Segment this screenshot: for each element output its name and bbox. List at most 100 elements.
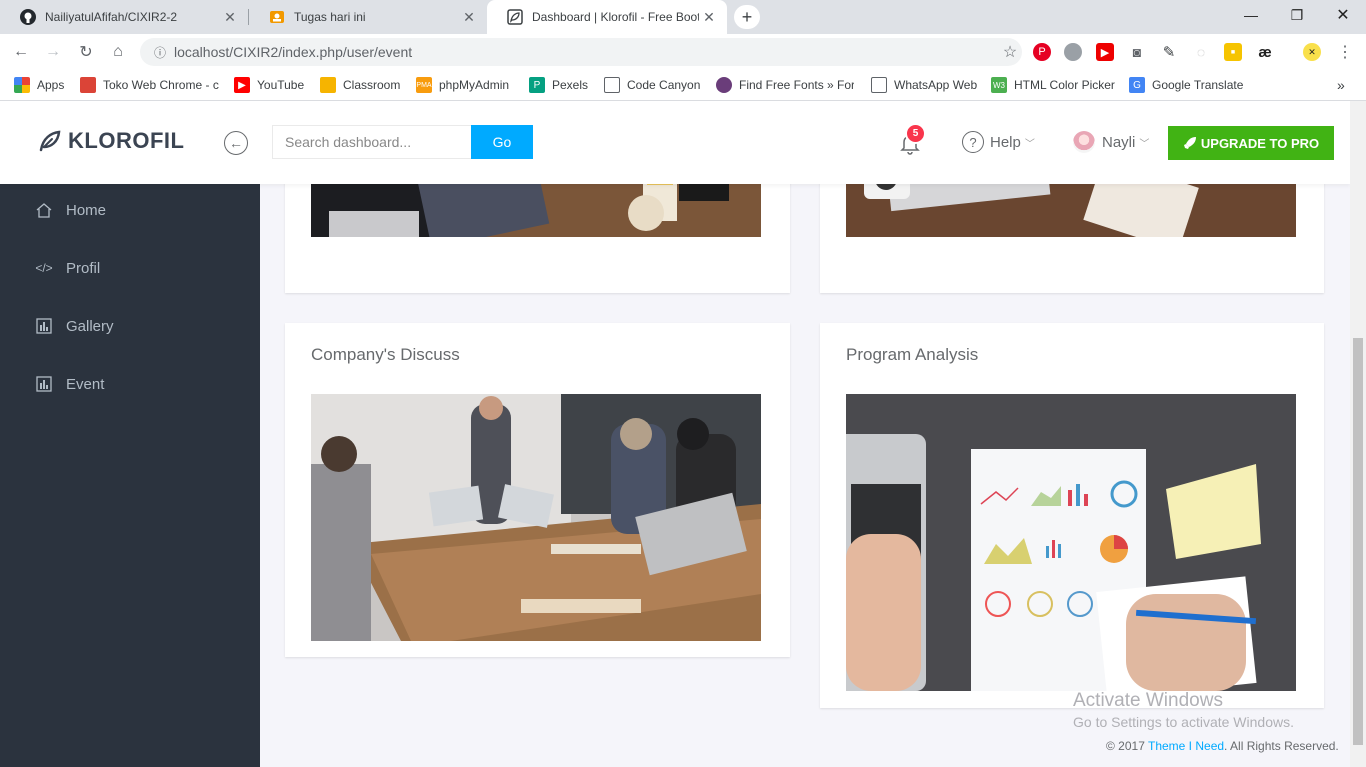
url-text[interactable]: localhost/CIXIR2/index.php/user/event: [174, 44, 998, 60]
brand-logo[interactable]: KLOROFIL: [38, 128, 184, 154]
scrollbar-thumb[interactable]: [1353, 338, 1363, 745]
rocket-icon: [1183, 137, 1196, 149]
chrome-store-icon: [80, 77, 96, 93]
panel-title: Program Analysis: [846, 345, 979, 364]
menu-dots-icon[interactable]: ⋮: [1336, 43, 1354, 61]
help-label: Help: [990, 133, 1021, 151]
extension-yellow-icon[interactable]: ■: [1224, 43, 1242, 61]
bookmark-star-icon[interactable]: ☆: [998, 42, 1022, 62]
search-input[interactable]: Search dashboard...: [272, 125, 472, 159]
bookmark-label: Toko Web Chrome - c: [103, 78, 219, 92]
bookmark-pexels[interactable]: P Pexels: [529, 75, 588, 95]
close-tab-icon[interactable]: ✕: [459, 9, 479, 26]
klorofil-icon: [507, 9, 523, 25]
bookmarks-bar: Apps Toko Web Chrome - c ▶ YouTube Class…: [0, 70, 1366, 101]
tab-classroom[interactable]: Tugas hari ini ✕: [249, 0, 487, 34]
user-name: Nayli: [1102, 133, 1136, 151]
bookmark-fonts[interactable]: Find Free Fonts » For: [716, 75, 854, 95]
address-bar[interactable]: ⓘ localhost/CIXIR2/index.php/user/event …: [140, 38, 1022, 66]
github-icon: [20, 9, 36, 25]
sidebar: Home </> Profil Gallery Event: [0, 184, 260, 767]
tab-title: NailiyatulAfifah/CIXIR2-2: [45, 10, 178, 24]
close-tab-icon[interactable]: ✕: [220, 9, 240, 26]
bookmark-translate[interactable]: G Google Translate: [1129, 75, 1243, 95]
sidebar-item-gallery[interactable]: Gallery: [0, 298, 260, 354]
home-icon[interactable]: ⌂: [107, 41, 129, 63]
browser-toolbar: ← → ↻ ⌂ ⓘ localhost/CIXIR2/index.php/use…: [0, 34, 1366, 70]
user-dropdown[interactable]: Nayli ﹀: [1073, 131, 1149, 153]
forward-arrow-icon[interactable]: →: [42, 41, 64, 63]
chart-icon: [35, 375, 53, 393]
collapse-sidebar-button[interactable]: ←: [224, 131, 248, 155]
translate-icon: G: [1129, 77, 1145, 93]
bookmark-classroom[interactable]: Classroom: [320, 75, 400, 95]
footer: © 2017 Theme I Need. All Rights Reserved…: [1106, 739, 1339, 753]
sidebar-item-label: Gallery: [66, 317, 114, 335]
avatar: [1073, 131, 1095, 153]
bookmark-label: YouTube: [257, 78, 305, 92]
sidebar-item-label: Home: [66, 201, 107, 219]
bookmark-apps[interactable]: Apps: [14, 75, 64, 95]
close-tab-icon[interactable]: ✕: [699, 9, 719, 26]
tab-dashboard[interactable]: Dashboard | Klorofil - Free Bootstrap ✕: [487, 0, 727, 34]
footer-link[interactable]: Theme I Need: [1148, 739, 1224, 753]
home-icon: [35, 201, 53, 219]
minimize-icon[interactable]: —: [1228, 0, 1274, 30]
question-icon: ?: [962, 131, 984, 153]
bookmark-label: Classroom: [343, 78, 401, 92]
camera-icon[interactable]: ◙: [1128, 43, 1146, 61]
chevron-down-icon: ﹀: [1024, 138, 1035, 150]
restore-icon[interactable]: ❐: [1274, 0, 1320, 30]
upgrade-to-pro-button[interactable]: UPGRADE TO PRO: [1168, 126, 1334, 160]
chart-icon: [35, 317, 53, 335]
sidebar-item-home[interactable]: Home: [0, 182, 260, 238]
footer-suffix: . All Rights Reserved.: [1224, 739, 1339, 753]
reload-icon[interactable]: ↻: [75, 41, 97, 63]
page-scrollbar[interactable]: [1350, 101, 1366, 767]
bookmark-label: WhatsApp Web: [894, 78, 978, 92]
close-window-icon[interactable]: ✕: [1320, 0, 1366, 30]
footer-prefix: © 2017: [1106, 739, 1148, 753]
youtube-icon: ▶: [234, 77, 250, 93]
search-go-button[interactable]: Go: [471, 125, 533, 159]
info-icon[interactable]: ⓘ: [146, 44, 174, 61]
profile-icon[interactable]: ✕: [1303, 43, 1321, 61]
windows-activation-subtitle: Go to Settings to activate Windows.: [1073, 714, 1294, 730]
upgrade-label: UPGRADE TO PRO: [1200, 135, 1320, 151]
help-dropdown[interactable]: ? Help ﹀: [962, 131, 1035, 153]
bookmark-label: Apps: [37, 78, 65, 92]
new-tab-button[interactable]: +: [734, 5, 760, 29]
pen-icon[interactable]: ✎: [1160, 43, 1178, 61]
bookmark-code-canyon[interactable]: Code Canyon: [604, 75, 700, 95]
event-photo-analysis: [846, 394, 1296, 691]
bookmark-label: Code Canyon: [627, 78, 701, 92]
sidebar-item-event[interactable]: Event: [0, 356, 260, 412]
ae-icon[interactable]: æ: [1256, 43, 1274, 61]
youtube-ext-icon[interactable]: ▶: [1096, 43, 1114, 61]
apps-grid-icon: [14, 77, 30, 93]
sidebar-item-label: Event: [66, 375, 105, 393]
bookmark-phpmyadmin[interactable]: PMA phpMyAdmin: [416, 75, 509, 95]
sidebar-item-profil[interactable]: </> Profil: [0, 240, 260, 296]
more-bookmarks-button[interactable]: »: [1337, 75, 1345, 95]
classroom-icon: [269, 9, 285, 25]
classroom-icon: [320, 77, 336, 93]
leaf-icon: [39, 130, 61, 152]
w3-icon: W3: [991, 77, 1007, 93]
shield-icon[interactable]: [1064, 43, 1082, 61]
notification-badge: 5: [905, 123, 926, 144]
top-navbar: KLOROFIL ← Search dashboard... Go 5 ? He…: [0, 101, 1350, 184]
browser-tab-strip: NailiyatulAfifah/CIXIR2-2 ✕ Tugas hari i…: [0, 0, 1366, 34]
event-panel-company-discuss: Company's Discuss: [285, 323, 790, 657]
tab-github[interactable]: NailiyatulAfifah/CIXIR2-2 ✕: [0, 0, 248, 34]
extension-icon[interactable]: ◌: [1192, 43, 1210, 61]
bookmark-label: HTML Color Picker: [1014, 78, 1115, 92]
bookmark-youtube[interactable]: ▶ YouTube: [234, 75, 304, 95]
bookmark-label: Pexels: [552, 78, 589, 92]
phpmyadmin-icon: PMA: [416, 77, 432, 93]
bookmark-whatsapp[interactable]: WhatsApp Web: [871, 75, 977, 95]
pinterest-icon[interactable]: P: [1033, 43, 1051, 61]
bookmark-color-picker[interactable]: W3 HTML Color Picker: [991, 75, 1115, 95]
back-arrow-icon[interactable]: ←: [10, 41, 32, 63]
bookmark-toko-web[interactable]: Toko Web Chrome - c: [80, 75, 220, 95]
